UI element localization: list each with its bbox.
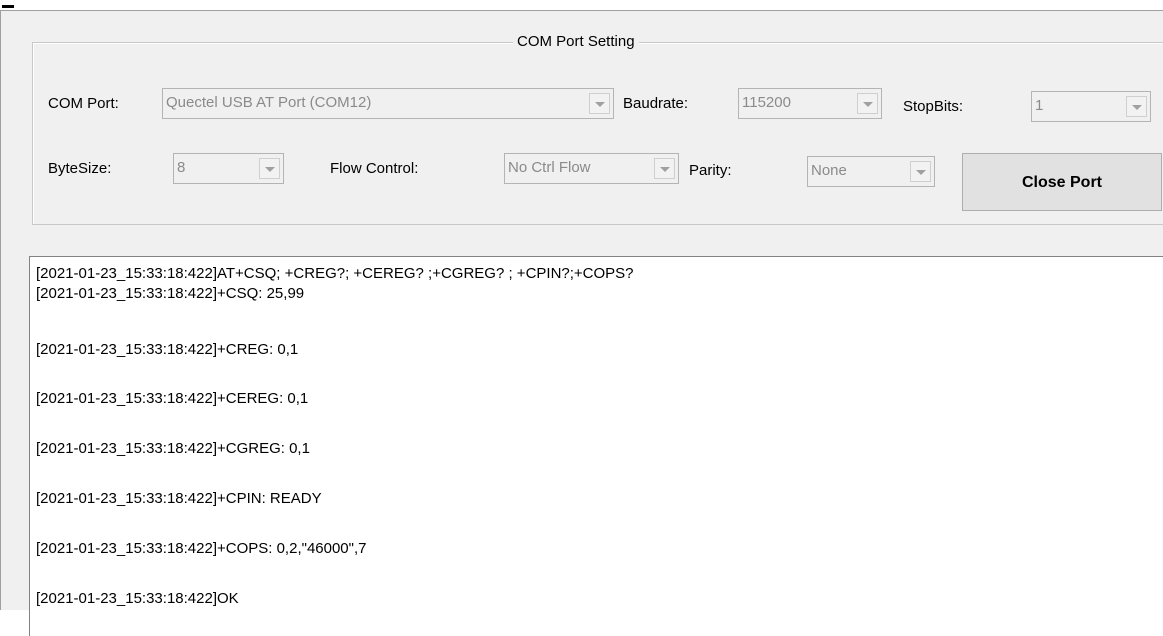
- log-line: [2021-01-23_15:33:18:422]+CPIN: READY: [36, 490, 322, 507]
- group-title: COM Port Setting: [513, 33, 639, 51]
- log-line: [2021-01-23_15:33:18:422]AT+CSQ; +CREG?;…: [36, 265, 634, 282]
- com-port-value: Quectel USB AT Port (COM12): [166, 94, 372, 111]
- com-port-dialog: COM Port Setting COM Port: Quectel USB A…: [0, 10, 1163, 636]
- log-line: [2021-01-23_15:33:18:422]+CEREG: 0,1: [36, 390, 309, 407]
- chevron-down-icon[interactable]: [589, 93, 610, 114]
- bytesize-select[interactable]: 8: [173, 153, 284, 184]
- stopbits-value: 1: [1035, 97, 1044, 114]
- log-line: [2021-01-23_15:33:18:422]+COPS: 0,2,"460…: [36, 540, 367, 557]
- chevron-down-icon[interactable]: [259, 158, 280, 179]
- window-icon-stroke: [2, 5, 14, 8]
- baudrate-select[interactable]: 115200: [738, 88, 882, 119]
- stopbits-label: StopBits:: [903, 98, 964, 115]
- close-port-button[interactable]: Close Port: [962, 153, 1162, 211]
- log-line: [2021-01-23_15:33:18:422]OK: [36, 590, 239, 607]
- window-icon: [0, 0, 18, 8]
- log-line: [2021-01-23_15:33:18:422]+CGREG: 0,1: [36, 440, 310, 457]
- baudrate-label: Baudrate:: [623, 95, 689, 112]
- log-line: [2021-01-23_15:33:18:422]+CREG: 0,1: [36, 341, 299, 358]
- top-strip: [0, 0, 1163, 10]
- baudrate-value: 115200: [742, 94, 791, 111]
- parity-select[interactable]: None: [807, 156, 935, 187]
- com-port-label: COM Port:: [48, 95, 119, 112]
- chevron-down-icon[interactable]: [1126, 96, 1147, 117]
- flow-control-value: No Ctrl Flow: [508, 159, 591, 176]
- flow-control-label: Flow Control:: [330, 160, 419, 177]
- parity-value: None: [811, 162, 847, 179]
- chevron-down-icon[interactable]: [857, 93, 878, 114]
- log-line: [2021-01-23_15:33:18:422]+CSQ: 25,99: [36, 285, 305, 302]
- chevron-down-icon[interactable]: [654, 158, 675, 179]
- log-output[interactable]: [2021-01-23_15:33:18:422]AT+CSQ; +CREG?;…: [29, 256, 1163, 636]
- parity-label: Parity:: [689, 162, 732, 179]
- stopbits-select[interactable]: 1: [1031, 91, 1151, 122]
- bytesize-label: ByteSize:: [48, 160, 112, 177]
- com-port-select[interactable]: Quectel USB AT Port (COM12): [162, 88, 614, 119]
- chevron-down-icon[interactable]: [910, 161, 931, 182]
- bytesize-value: 8: [177, 159, 186, 176]
- flow-control-select[interactable]: No Ctrl Flow: [504, 153, 679, 184]
